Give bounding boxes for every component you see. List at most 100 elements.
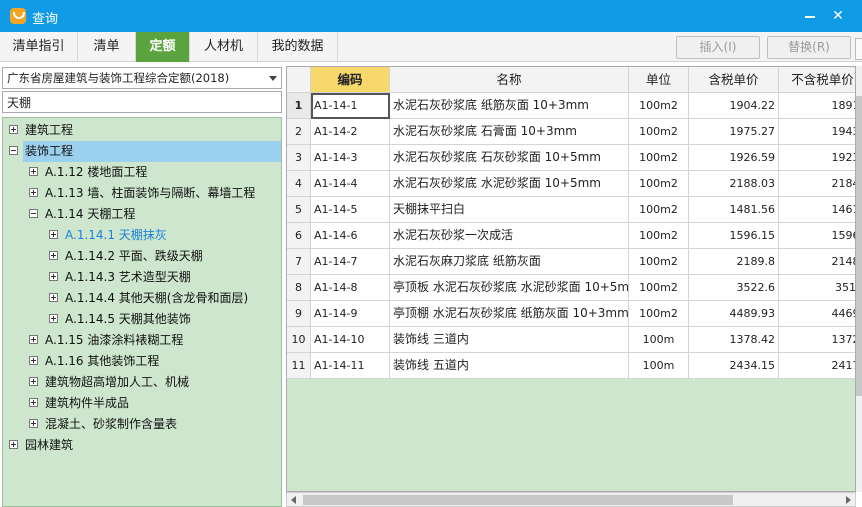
tab-quota[interactable]: 定额	[136, 32, 190, 62]
tax-price-cell[interactable]: 1926.59	[689, 145, 779, 171]
name-cell[interactable]: 装饰线 五道内	[390, 353, 629, 379]
expand-plus-icon[interactable]	[49, 293, 58, 302]
name-cell[interactable]: 装饰线 三道内	[390, 327, 629, 353]
table-row[interactable]: 10A1-14-10装饰线 三道内100m1378.421372.	[287, 327, 855, 353]
row-index[interactable]: 1	[287, 93, 311, 119]
tree-node[interactable]: A.1.14.1 天棚抹灰	[3, 225, 279, 246]
name-cell[interactable]: 天棚抹平扫白	[390, 197, 629, 223]
tree-node[interactable]: A.1.13 墙、柱面装饰与隔断、幕墙工程	[3, 183, 279, 204]
code-cell[interactable]: A1-14-6	[311, 223, 390, 249]
expand-plus-icon[interactable]	[49, 230, 58, 239]
expand-plus-icon[interactable]	[9, 440, 18, 449]
tree-node[interactable]: 园林建筑	[3, 435, 279, 456]
unit-cell[interactable]: 100m2	[629, 301, 689, 327]
name-cell[interactable]: 水泥石灰砂浆底 石膏面 10+3mm	[390, 119, 629, 145]
notax-price-cell[interactable]: 1461.	[779, 197, 855, 223]
search-input[interactable]	[2, 91, 282, 113]
table-row[interactable]: 9 A1-14-9 亭顶棚 水泥石灰砂浆底 纸筋灰面 10+3mm 100m2 4489…	[287, 301, 855, 327]
notax-price-cell[interactable]: 4469.	[779, 301, 855, 327]
table-row[interactable]: 2 A1-14-2 水泥石灰砂浆底 石膏面 10+3mm 100m2 1975.27 19…	[287, 119, 855, 145]
code-cell[interactable]: A1-14-3	[311, 145, 390, 171]
expand-plus-icon[interactable]	[29, 356, 38, 365]
notax-price-cell[interactable]: 1891.	[779, 93, 855, 119]
tree-node[interactable]: 装饰工程	[9, 141, 281, 162]
header-name[interactable]: 名称	[390, 67, 629, 93]
unit-cell[interactable]: 100m	[629, 353, 689, 379]
row-index[interactable]: 7	[287, 249, 311, 275]
tree-node[interactable]: A.1.14.5 天棚其他装饰	[3, 309, 279, 330]
unit-cell[interactable]: 100m2	[629, 119, 689, 145]
expand-plus-icon[interactable]	[29, 188, 38, 197]
name-cell[interactable]: 亭顶棚 水泥石灰砂浆底 纸筋灰面 10+3mm	[390, 301, 629, 327]
table-row[interactable]: 1 A1-14-1 水泥石灰砂浆底 纸筋灰面 10+3mm 100m2 1904.22 1…	[287, 93, 855, 119]
name-cell[interactable]: 水泥石灰砂浆一次成活	[390, 223, 629, 249]
code-cell[interactable]: A1-14-8	[311, 275, 390, 301]
unit-cell[interactable]: 100m2	[629, 275, 689, 301]
tab-labor-material-machine[interactable]: 人材机	[190, 32, 258, 62]
tab-my-data[interactable]: 我的数据	[258, 32, 338, 62]
code-cell[interactable]: A1-14-7	[311, 249, 390, 275]
unit-cell[interactable]: 100m	[629, 327, 689, 353]
row-index[interactable]: 8	[287, 275, 311, 301]
header-unit[interactable]: 单位	[629, 67, 689, 93]
insert-button[interactable]: 插入(I)	[676, 36, 760, 59]
name-cell[interactable]: 水泥石灰砂浆底 石灰砂浆面 10+5mm	[390, 145, 629, 171]
table-row[interactable]: 11A1-14-11装饰线 五道内100m2434.152417.	[287, 353, 855, 379]
tax-price-cell[interactable]: 1596.15	[689, 223, 779, 249]
tree-node[interactable]: A.1.14.2 平面、跌级天棚	[3, 246, 279, 267]
expand-plus-icon[interactable]	[29, 419, 38, 428]
name-cell[interactable]: 水泥石灰砂浆底 纸筋灰面 10+3mm	[390, 93, 629, 119]
code-cell[interactable]: A1-14-4	[311, 171, 390, 197]
row-index[interactable]: 2	[287, 119, 311, 145]
expand-plus-icon[interactable]	[29, 398, 38, 407]
tax-price-cell[interactable]: 1481.56	[689, 197, 779, 223]
code-cell[interactable]: A1-14-1	[311, 93, 390, 119]
tax-price-cell[interactable]: 1975.27	[689, 119, 779, 145]
name-cell[interactable]: 水泥石灰砂浆底 水泥砂浆面 10+5mm	[390, 171, 629, 197]
name-cell[interactable]: 水泥石灰麻刀浆底 纸筋灰面	[390, 249, 629, 275]
vertical-scroll-thumb[interactable]	[856, 96, 862, 396]
code-cell[interactable]: A1-14-2	[311, 119, 390, 145]
row-index[interactable]: 5	[287, 197, 311, 223]
tax-price-cell[interactable]: 2188.03	[689, 171, 779, 197]
close-icon[interactable]: ✕	[828, 6, 848, 26]
minimize-icon[interactable]	[800, 6, 820, 26]
notax-price-cell[interactable]: 1596.	[779, 223, 855, 249]
chevron-down-icon[interactable]	[269, 76, 277, 81]
tab-list-guide[interactable]: 清单指引	[0, 32, 78, 62]
code-cell[interactable]: A1-14-10	[311, 327, 390, 353]
notax-price-cell[interactable]: 1372.	[779, 327, 855, 353]
header-tax-price[interactable]: 含税单价	[689, 67, 779, 93]
code-cell[interactable]: A1-14-9	[311, 301, 390, 327]
tax-price-cell[interactable]: 3522.6	[689, 275, 779, 301]
tree-node[interactable]: A.1.14.3 艺术造型天棚	[3, 267, 279, 288]
notax-price-cell[interactable]: 2184.	[779, 171, 855, 197]
notax-price-cell[interactable]: 2148.	[779, 249, 855, 275]
notax-price-cell[interactable]: 1923.	[779, 145, 855, 171]
expand-plus-icon[interactable]	[29, 335, 38, 344]
table-row[interactable]: 3 A1-14-3 水泥石灰砂浆底 石灰砂浆面 10+5mm 100m2 1926.59…	[287, 145, 855, 171]
table-row[interactable]: 8 A1-14-8 亭顶板 水泥石灰砂浆底 水泥砂浆面 10+5mm 100m2 352…	[287, 275, 855, 301]
tree-node[interactable]: A.1.16 其他装饰工程	[3, 351, 279, 372]
notax-price-cell[interactable]: 1943.	[779, 119, 855, 145]
collapse-minus-icon[interactable]	[29, 209, 38, 218]
expand-plus-icon[interactable]	[49, 251, 58, 260]
unit-cell[interactable]: 100m2	[629, 93, 689, 119]
scroll-left-icon[interactable]	[291, 496, 296, 504]
horizontal-scroll-thumb[interactable]	[303, 495, 733, 505]
tree-node[interactable]: A.1.14 天棚工程	[3, 204, 279, 225]
row-index[interactable]: 4	[287, 171, 311, 197]
unit-cell[interactable]: 100m2	[629, 171, 689, 197]
expand-plus-icon[interactable]	[9, 125, 18, 134]
header-code[interactable]: 编码	[311, 67, 390, 93]
expand-plus-icon[interactable]	[29, 377, 38, 386]
tax-price-cell[interactable]: 4489.93	[689, 301, 779, 327]
tax-price-cell[interactable]: 2189.8	[689, 249, 779, 275]
tax-price-cell[interactable]: 1904.22	[689, 93, 779, 119]
unit-cell[interactable]: 100m2	[629, 145, 689, 171]
name-cell[interactable]: 亭顶板 水泥石灰砂浆底 水泥砂浆面 10+5mm	[390, 275, 629, 301]
table-row[interactable]: 5A1-14-5天棚抹平扫白100m21481.561461.	[287, 197, 855, 223]
replace-button[interactable]: 替换(R)	[767, 36, 851, 59]
tax-price-cell[interactable]: 1378.42	[689, 327, 779, 353]
tree-node[interactable]: 建筑物超高增加人工、机械	[3, 372, 279, 393]
